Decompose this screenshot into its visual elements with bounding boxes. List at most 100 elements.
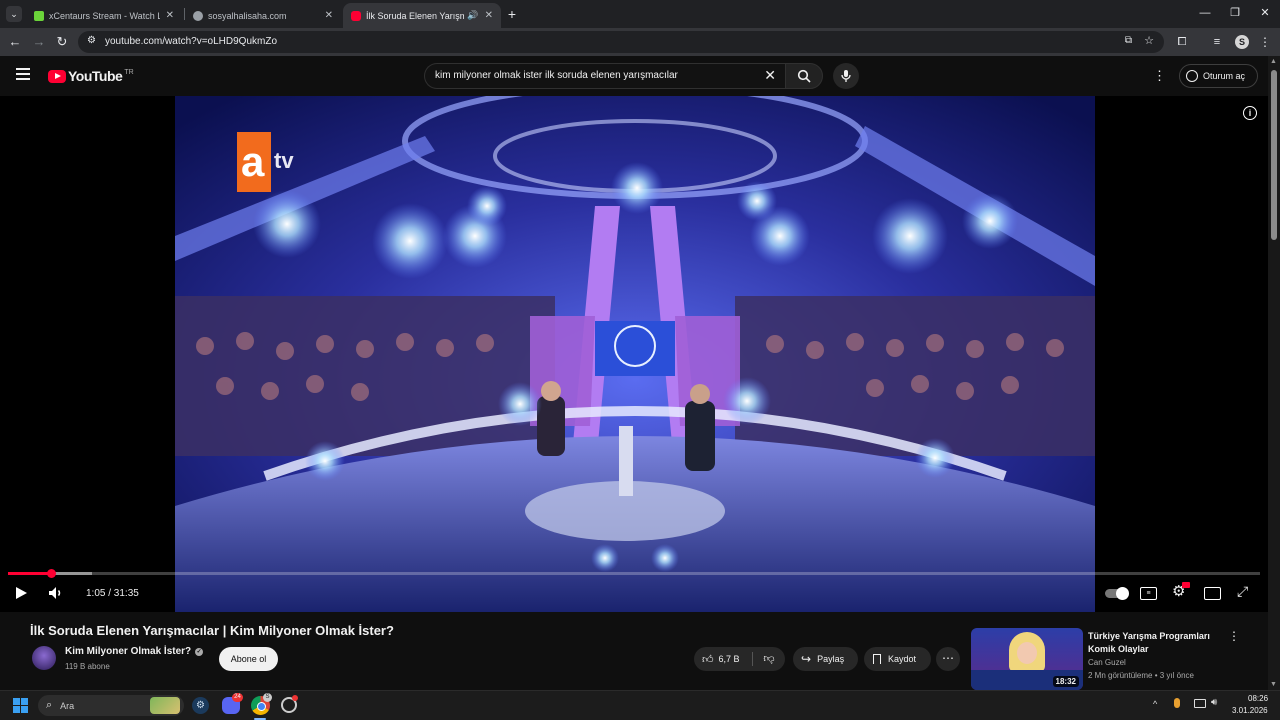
time-display: 1:05 / 31:35 xyxy=(86,588,139,599)
tab-title: xCentaurs Stream - Watch Live xyxy=(49,10,160,21)
tab-title: İlk Soruda Elenen Yarışmacı xyxy=(366,10,465,21)
search-icon xyxy=(797,69,811,83)
share-button[interactable]: ↪ Paylaş xyxy=(793,647,858,671)
autoplay-toggle[interactable] xyxy=(1105,587,1129,600)
settings-menu-icon[interactable]: ⋮ xyxy=(1153,68,1166,84)
video-scene-image: a tv xyxy=(175,96,1095,612)
taskbar-search-placeholder: Ara xyxy=(60,700,75,711)
taskbar-search[interactable]: ⌕ Ara xyxy=(38,695,184,716)
reload-button[interactable]: ↻ xyxy=(53,33,71,51)
svg-text:tv: tv xyxy=(274,148,294,173)
search-icon: ⌕ xyxy=(46,699,53,711)
youtube-favicon-icon xyxy=(351,10,361,21)
tab-search-button[interactable]: ⌄ xyxy=(6,6,22,22)
speaker-icon[interactable]: 🔊 xyxy=(467,10,478,21)
sign-in-button[interactable]: Oturum aç xyxy=(1179,64,1258,88)
progress-bar[interactable] xyxy=(8,569,1260,578)
more-actions-button[interactable]: ⋯ xyxy=(936,647,960,671)
extensions-icon[interactable]: ⧠ xyxy=(1173,33,1191,51)
played-bar xyxy=(8,572,51,575)
bookmark-star-icon[interactable]: ☆ xyxy=(1144,34,1154,47)
address-bar[interactable]: ⚙ youtube.com/watch?v=oLHD9QukmZo ⧉ ☆ xyxy=(78,31,1164,53)
youtube-header: YouTube TR kim milyoner olmak ister ilk … xyxy=(0,56,1268,96)
clear-search-icon[interactable]: ✕ xyxy=(764,67,776,84)
video-title: İlk Soruda Elenen Yarışmacılar | Kim Mil… xyxy=(30,623,394,638)
video-player[interactable]: a tv i 1:05 / 31:35 ≡ ⚙ ⤢ xyxy=(0,96,1268,612)
close-icon[interactable]: ✕ xyxy=(325,10,333,21)
related-video-thumbnail[interactable]: 18:32 xyxy=(971,628,1083,690)
site-info-icon[interactable]: ⚙ xyxy=(87,35,96,46)
bookmark-icon xyxy=(873,654,881,664)
tab-youtube[interactable]: İlk Soruda Elenen Yarışmacı 🔊 ✕ xyxy=(343,3,501,28)
subscribe-button[interactable]: Abone ol xyxy=(219,647,278,671)
voice-search-button[interactable] xyxy=(833,63,859,89)
clock-date[interactable]: 3.01.2026 xyxy=(1232,706,1268,715)
share-label: Paylaş xyxy=(817,654,845,664)
minimize-button[interactable]: — xyxy=(1190,4,1220,22)
subtitles-icon[interactable]: ≡ xyxy=(1140,587,1157,600)
forward-button[interactable]: → xyxy=(30,33,48,51)
tab-xcentaurs[interactable]: xCentaurs Stream - Watch Live ✕ xyxy=(26,3,182,28)
close-window-button[interactable]: ✕ xyxy=(1250,4,1280,22)
region-code: TR xyxy=(124,68,134,76)
related-video-title[interactable]: Türkiye Yarışma Programları Komik Olayla… xyxy=(1088,630,1216,656)
play-icon xyxy=(16,587,27,599)
media-control-icon[interactable]: ≡ xyxy=(1208,33,1226,51)
new-tab-button[interactable]: + xyxy=(504,5,520,23)
youtube-play-logo-icon xyxy=(48,69,66,83)
tab-strip: ⌄ xCentaurs Stream - Watch Live ✕ sosyal… xyxy=(0,0,1280,28)
scroll-up-arrow[interactable]: ▲ xyxy=(1270,58,1277,65)
scrollbar-thumb[interactable] xyxy=(1271,70,1277,240)
close-icon[interactable]: ✕ xyxy=(166,10,174,21)
svg-text:a: a xyxy=(241,138,265,185)
related-video-menu-icon[interactable]: ⋮ xyxy=(1228,629,1240,643)
related-video-meta: 2 Mn görüntüleme • 3 yıl önce xyxy=(1088,671,1194,680)
search-input[interactable]: kim milyoner olmak ister ilk soruda elen… xyxy=(424,63,786,89)
scrubber-handle[interactable] xyxy=(46,569,56,578)
browser-menu-icon[interactable]: ⋮ xyxy=(1256,33,1274,51)
thumbs-up-icon: 👍︎ xyxy=(702,653,714,666)
install-app-icon[interactable]: ⧉ xyxy=(1125,35,1132,46)
thumbs-down-icon: 👎︎ xyxy=(763,653,775,665)
like-button[interactable]: 👍︎ 6,7 B xyxy=(694,647,752,671)
start-button[interactable] xyxy=(13,698,28,713)
fullscreen-icon[interactable]: ⤢ xyxy=(1237,584,1248,598)
related-video-channel[interactable]: Can Guzel xyxy=(1088,658,1126,667)
dislike-button[interactable]: 👎︎ xyxy=(753,647,785,671)
volume-button[interactable] xyxy=(48,586,64,600)
display-tray-icon[interactable] xyxy=(1194,699,1206,708)
channel-avatar[interactable] xyxy=(32,646,56,670)
show-hidden-icons[interactable]: ^ xyxy=(1153,699,1157,709)
like-count: 6,7 B xyxy=(718,654,740,664)
hamburger-menu-icon[interactable] xyxy=(16,68,30,80)
volume-tray-icon[interactable]: 🔊︎ xyxy=(1211,697,1217,708)
save-button[interactable]: Kaydot xyxy=(864,647,931,671)
chevron-down-icon: ⌄ xyxy=(10,9,18,19)
sign-in-label: Oturum aç xyxy=(1203,71,1246,81)
scroll-down-arrow[interactable]: ▼ xyxy=(1270,681,1277,688)
video-frame[interactable]: a tv xyxy=(175,96,1095,612)
search-button[interactable] xyxy=(785,63,823,89)
miniplayer-icon[interactable] xyxy=(1204,587,1221,600)
video-duration-badge: 18:32 xyxy=(1052,676,1079,687)
chrome-center-icon xyxy=(257,702,266,711)
youtube-wordmark: YouTube xyxy=(68,68,123,84)
steam-taskbar-icon[interactable]: ⚙ xyxy=(192,697,209,714)
channel-name[interactable]: Kim Milyoner Olmak İster? ✓ xyxy=(65,646,204,657)
microphone-tray-icon[interactable] xyxy=(1174,698,1180,708)
profile-avatar[interactable]: S xyxy=(1235,35,1249,49)
autoplay-knob xyxy=(1116,587,1129,600)
page-scrollbar[interactable]: ▲ ▼ xyxy=(1268,56,1280,690)
back-button[interactable]: ← xyxy=(6,33,24,51)
restore-button[interactable]: ❐ xyxy=(1220,4,1250,22)
tab-title: sosyalhalisaha.com xyxy=(208,10,287,21)
close-icon[interactable]: ✕ xyxy=(485,10,493,21)
youtube-logo[interactable]: YouTube TR xyxy=(48,68,134,84)
clock-time[interactable]: 08:26 xyxy=(1248,694,1268,703)
thumbnail-face xyxy=(1017,642,1037,664)
save-label: Kaydot xyxy=(888,654,917,664)
tab-sosyalhalisaha[interactable]: sosyalhalisaha.com ✕ xyxy=(185,3,341,28)
info-icon[interactable]: i xyxy=(1243,106,1257,120)
app-notification-dot xyxy=(292,695,298,701)
play-button[interactable] xyxy=(14,586,28,600)
